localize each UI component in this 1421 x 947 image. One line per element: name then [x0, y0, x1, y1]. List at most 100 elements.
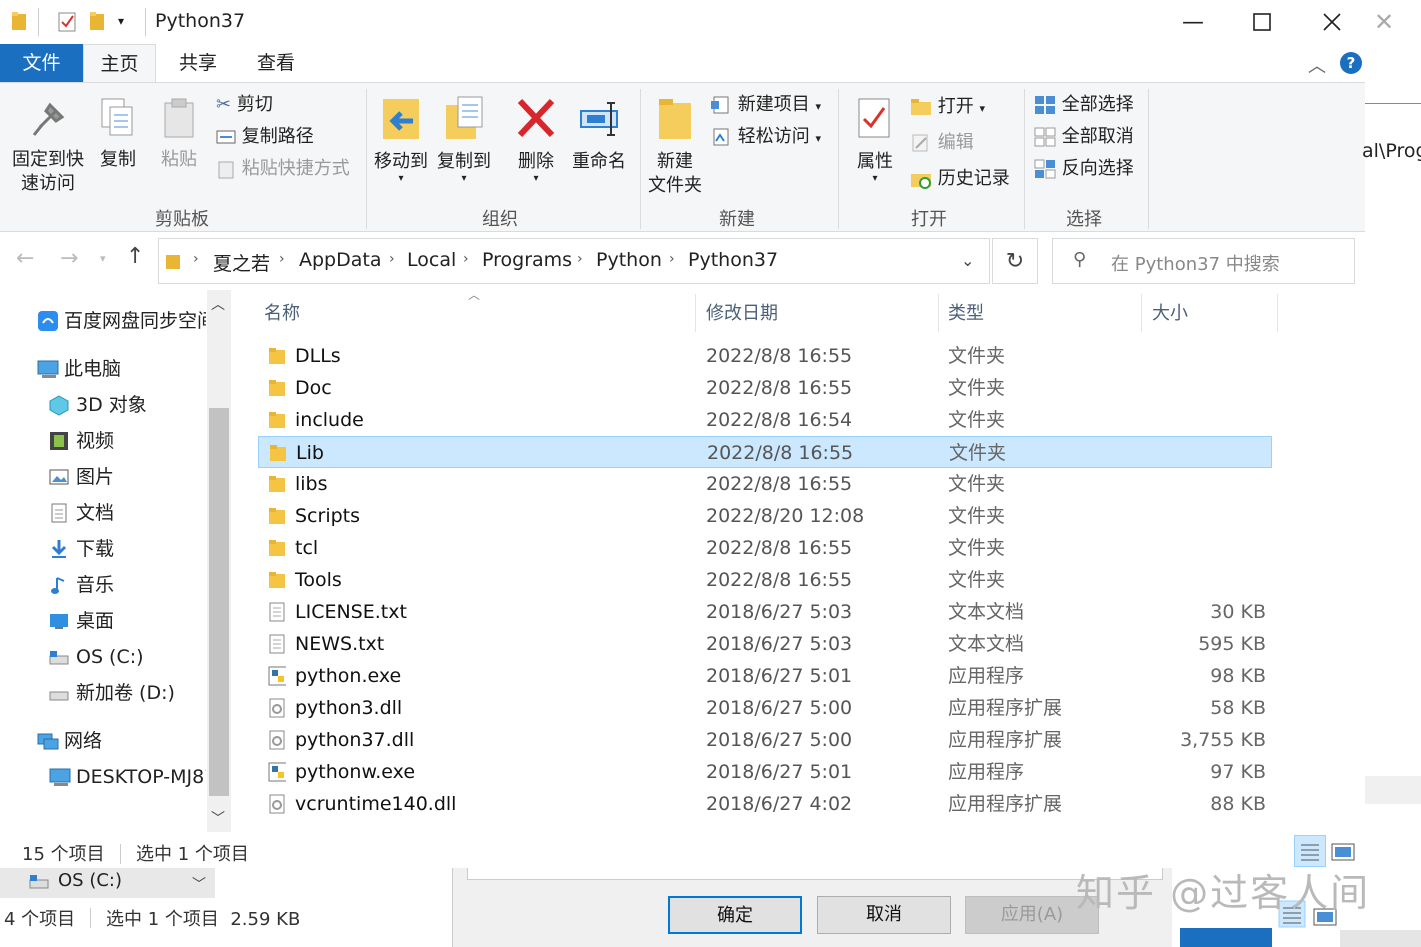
- pin-quick-access-button[interactable]: 固定到快 速访问: [8, 97, 88, 196]
- background-bottom-bar: [1340, 930, 1421, 947]
- recent-locations-icon[interactable]: ▾: [100, 252, 106, 265]
- customize-quick-access-icon[interactable]: ▾: [118, 14, 124, 38]
- rename-icon: [580, 102, 618, 136]
- copy-to-button[interactable]: 复制到 ▾: [433, 95, 495, 184]
- nav-item-downloads[interactable]: 下载: [76, 533, 114, 565]
- nav-item-desktop-pc[interactable]: DESKTOP-MJ87: [76, 761, 206, 793]
- easy-access-icon: [713, 128, 729, 146]
- nav-item-music[interactable]: 音乐: [76, 569, 114, 601]
- search-icon: ⚲: [1073, 249, 1087, 270]
- easy-access-button[interactable]: 轻松访问 ▾: [710, 123, 821, 153]
- paste-shortcut-button[interactable]: 粘贴快捷方式: [216, 155, 350, 183]
- nav-item-documents[interactable]: 文档: [76, 497, 114, 529]
- nav-item-drive-d[interactable]: 新加卷 (D:): [76, 677, 175, 709]
- properties-button[interactable]: 属性 ▾: [850, 95, 900, 184]
- file-row[interactable]: LICENSE.txt 2018/6/27 5:03 文本文档 30 KB: [258, 596, 1272, 628]
- file-row[interactable]: pythonw.exe 2018/6/27 5:01 应用程序 97 KB: [258, 756, 1272, 788]
- help-icon[interactable]: ?: [1340, 52, 1362, 74]
- nav-item-network[interactable]: 网络: [64, 725, 102, 757]
- refresh-button[interactable]: ↻: [992, 238, 1038, 284]
- nav-item[interactable]: 百度网盘同步空间: [64, 305, 206, 337]
- file-row[interactable]: Scripts 2022/8/20 12:08 文件夹: [258, 500, 1272, 532]
- tab-share[interactable]: 共享: [162, 44, 234, 82]
- nav-scrollbar[interactable]: ︿ ﹀: [207, 290, 231, 832]
- search-input[interactable]: ⚲ 在 Python37 中搜索: [1052, 238, 1355, 284]
- file-row[interactable]: DLLs 2022/8/8 16:55 文件夹: [258, 340, 1272, 372]
- select-none-button[interactable]: 全部取消: [1034, 123, 1134, 151]
- file-row[interactable]: Lib 2022/8/8 16:55 文件夹: [258, 436, 1272, 468]
- cut-button[interactable]: ✂ 剪切: [216, 91, 273, 119]
- new-item-button[interactable]: 新建项目 ▾: [710, 91, 821, 121]
- tab-file[interactable]: 文件: [0, 44, 83, 82]
- file-row[interactable]: NEWS.txt 2018/6/27 5:03 文本文档 595 KB: [258, 628, 1272, 660]
- copy-icon: [101, 98, 133, 136]
- maximize-button[interactable]: [1227, 0, 1297, 44]
- tab-view[interactable]: 查看: [240, 44, 312, 82]
- file-row[interactable]: python37.dll 2018/6/27 5:00 应用程序扩展 3,755 KB: [258, 724, 1272, 756]
- new-folder-button[interactable]: 新建 文件夹: [645, 95, 705, 198]
- file-row[interactable]: Tools 2022/8/8 16:55 文件夹: [258, 564, 1272, 596]
- new-item-icon: [711, 96, 729, 114]
- nav-item-this-pc[interactable]: 此电脑: [64, 353, 121, 385]
- address-dropdown-icon[interactable]: ⌄: [961, 251, 974, 270]
- scroll-thumb[interactable]: [209, 408, 229, 796]
- file-name: python.exe: [295, 665, 402, 687]
- paste-button[interactable]: 粘贴: [155, 97, 203, 172]
- invert-selection-button[interactable]: 反向选择: [1034, 155, 1134, 183]
- collapse-ribbon-icon[interactable]: ︿: [1308, 52, 1326, 78]
- divider: [90, 908, 91, 928]
- file-row[interactable]: Doc 2022/8/8 16:55 文件夹: [258, 372, 1272, 404]
- column-header-type[interactable]: 类型: [948, 298, 984, 330]
- background-primary-button[interactable]: [1180, 928, 1272, 947]
- file-row[interactable]: tcl 2022/8/8 16:55 文件夹: [258, 532, 1272, 564]
- copy-to-label: 复制到: [437, 151, 491, 172]
- forward-arrow-icon[interactable]: →: [60, 246, 78, 271]
- properties-quick-icon[interactable]: [56, 10, 78, 34]
- new-folder-quick-icon[interactable]: [88, 10, 108, 34]
- download-icon: [51, 540, 67, 558]
- rename-button[interactable]: 重命名: [568, 95, 630, 174]
- copy-button[interactable]: 复制: [94, 97, 142, 172]
- breadcrumb-item[interactable]: Local: [407, 249, 456, 271]
- breadcrumb-item[interactable]: AppData: [299, 249, 382, 271]
- minimize-button[interactable]: —: [1158, 0, 1228, 44]
- column-header-date[interactable]: 修改日期: [706, 298, 778, 330]
- delete-button[interactable]: 删除 ▾: [508, 95, 564, 184]
- nav-item-desktop[interactable]: 桌面: [76, 605, 114, 637]
- edit-button[interactable]: 编辑: [910, 129, 974, 157]
- cancel-button[interactable]: 取消: [817, 896, 951, 934]
- file-row[interactable]: libs 2022/8/8 16:55 文件夹: [258, 468, 1272, 500]
- file-name: vcruntime140.dll: [295, 793, 457, 815]
- close-button[interactable]: [1297, 0, 1367, 44]
- scroll-down-icon[interactable]: ﹀: [211, 808, 225, 828]
- column-header-size[interactable]: 大小: [1152, 298, 1188, 330]
- nav-item-3d-objects[interactable]: 3D 对象: [76, 389, 147, 421]
- invert-selection-label: 反向选择: [1061, 158, 1134, 179]
- file-row[interactable]: python.exe 2018/6/27 5:01 应用程序 98 KB: [258, 660, 1272, 692]
- breadcrumb-item[interactable]: Python37: [688, 249, 778, 271]
- select-all-button[interactable]: 全部选择: [1034, 91, 1134, 119]
- open-button[interactable]: 打开 ▾: [910, 93, 985, 123]
- breadcrumb-item[interactable]: Programs: [482, 249, 572, 271]
- copy-path-button[interactable]: 复制路径: [216, 123, 314, 151]
- background-drive-dropdown[interactable]: OS (C:) ﹀: [0, 868, 215, 898]
- tab-home[interactable]: 主页: [83, 44, 156, 83]
- column-header-name[interactable]: 名称: [264, 298, 300, 330]
- nav-item-drive-c[interactable]: OS (C:): [76, 641, 144, 673]
- back-arrow-icon[interactable]: ←: [16, 246, 34, 271]
- nav-item-videos[interactable]: 视频: [76, 425, 114, 457]
- move-to-button[interactable]: 移动到 ▾: [370, 95, 432, 184]
- up-arrow-icon[interactable]: ↑: [126, 244, 144, 269]
- ok-button[interactable]: 确定: [668, 896, 802, 934]
- address-bar[interactable]: › 夏之若 › AppData › Local › Programs › Pyt…: [158, 238, 990, 284]
- nav-item-pictures[interactable]: 图片: [76, 461, 114, 493]
- scroll-up-icon[interactable]: ︿: [211, 294, 225, 314]
- breadcrumb-item[interactable]: 夏之若: [213, 249, 270, 276]
- history-button[interactable]: 历史记录: [910, 165, 1010, 193]
- nav-item-label: 视频: [76, 430, 115, 452]
- file-row[interactable]: vcruntime140.dll 2018/6/27 4:02 应用程序扩展 88 K…: [258, 788, 1272, 820]
- breadcrumb-item[interactable]: Python: [596, 249, 662, 271]
- file-size: 88 KB: [1210, 793, 1266, 815]
- file-row[interactable]: include 2022/8/8 16:54 文件夹: [258, 404, 1272, 436]
- file-row[interactable]: python3.dll 2018/6/27 5:00 应用程序扩展 58 KB: [258, 692, 1272, 724]
